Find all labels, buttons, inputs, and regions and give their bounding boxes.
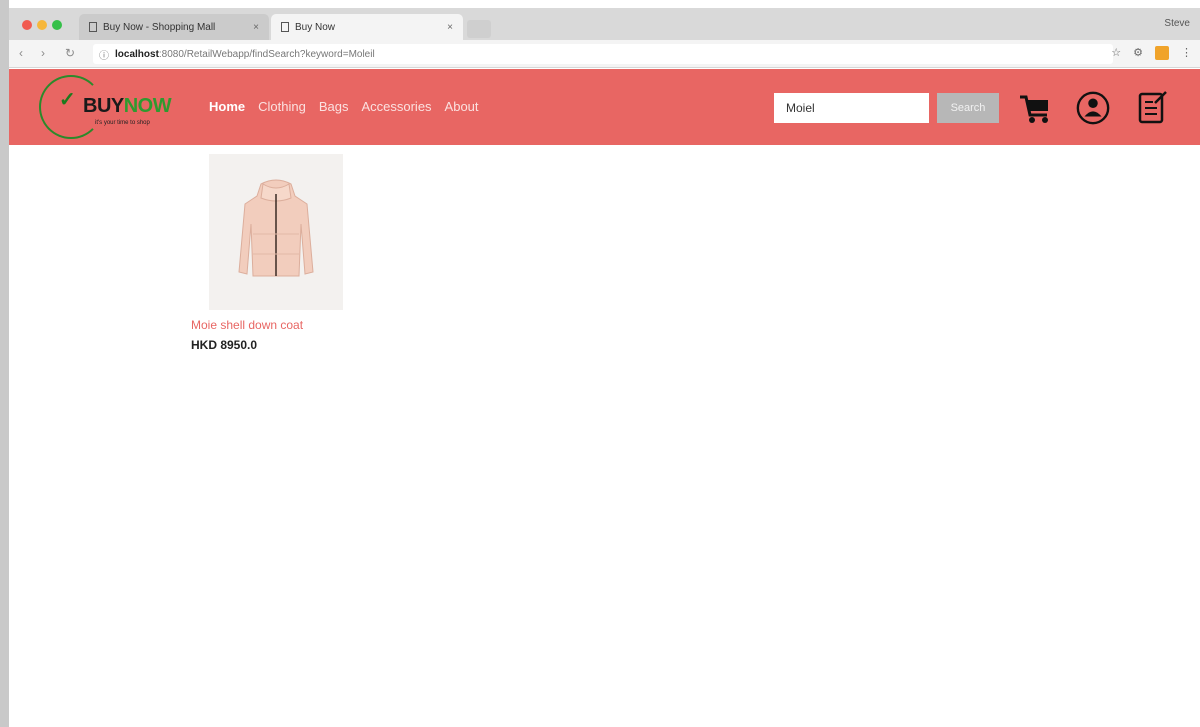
logo-wordmark: BUYNOW [83, 95, 172, 117]
product-name-link[interactable]: Moie shell down coat [191, 318, 361, 332]
checkmark-icon: ✓ [59, 89, 76, 111]
close-tab-icon[interactable]: × [253, 22, 259, 33]
down-coat-image [238, 179, 314, 277]
product-image[interactable] [209, 154, 343, 310]
nav-accessories[interactable]: Accessories [361, 99, 431, 114]
nav-home[interactable]: Home [209, 99, 245, 114]
minimize-window-button[interactable] [37, 20, 47, 30]
product-price: HKD 8950.0 [191, 338, 258, 352]
url-host: localhost [115, 48, 159, 60]
logo-tagline: it's your time to shop [95, 120, 150, 126]
url-field[interactable]: ⓘ localhost:8080/RetailWebapp/findSearch… [93, 44, 1113, 64]
new-tab-button[interactable] [467, 20, 491, 38]
back-icon[interactable]: ‹ [19, 46, 23, 60]
cart-icon[interactable] [1017, 89, 1053, 127]
nav-bags[interactable]: Bags [319, 99, 349, 114]
browser-window: Buy Now - Shopping Mall × Buy Now × Stev… [0, 0, 1200, 727]
browser-tab-label: Buy Now [295, 21, 336, 33]
site-header: ✓ BUYNOW it's your time to shop Home Clo… [9, 69, 1200, 145]
nav-about[interactable]: About [445, 99, 479, 114]
close-tab-icon[interactable]: × [447, 22, 453, 33]
main-nav: Home Clothing Bags Accessories About [209, 99, 479, 114]
search-button[interactable]: Search [937, 93, 999, 123]
site-logo[interactable]: ✓ BUYNOW it's your time to shop [39, 75, 189, 139]
page-icon [281, 22, 289, 32]
maximize-window-button[interactable] [52, 20, 62, 30]
reload-icon[interactable]: ↻ [65, 46, 75, 60]
menu-icon[interactable]: ⋮ [1181, 46, 1192, 60]
close-window-button[interactable] [22, 20, 32, 30]
browser-tab-label: Buy Now - Shopping Mall [103, 21, 216, 33]
search-input[interactable] [774, 93, 929, 123]
url-path: :8080/RetailWebapp/findSearch?keyword=Mo… [158, 48, 375, 60]
page-icon [89, 22, 97, 32]
info-icon: ⓘ [99, 50, 109, 62]
user-account-icon[interactable] [1075, 89, 1111, 127]
profile-button[interactable]: Steve [1164, 18, 1190, 29]
extension-badge-icon[interactable] [1155, 46, 1169, 60]
extension-icon[interactable]: ⚙ [1133, 46, 1143, 60]
browser-tab-1[interactable]: Buy Now - Shopping Mall × [79, 14, 269, 40]
tab-bar: Buy Now - Shopping Mall × Buy Now × Stev… [9, 8, 1200, 40]
nav-clothing[interactable]: Clothing [258, 99, 306, 114]
orders-icon[interactable] [1135, 89, 1171, 127]
forward-icon[interactable]: › [41, 46, 45, 60]
browser-tab-2[interactable]: Buy Now × [271, 14, 463, 40]
address-bar: ‹ › ↻ ⓘ localhost:8080/RetailWebapp/find… [9, 40, 1200, 68]
bookmark-star-icon[interactable]: ☆ [1111, 46, 1121, 60]
